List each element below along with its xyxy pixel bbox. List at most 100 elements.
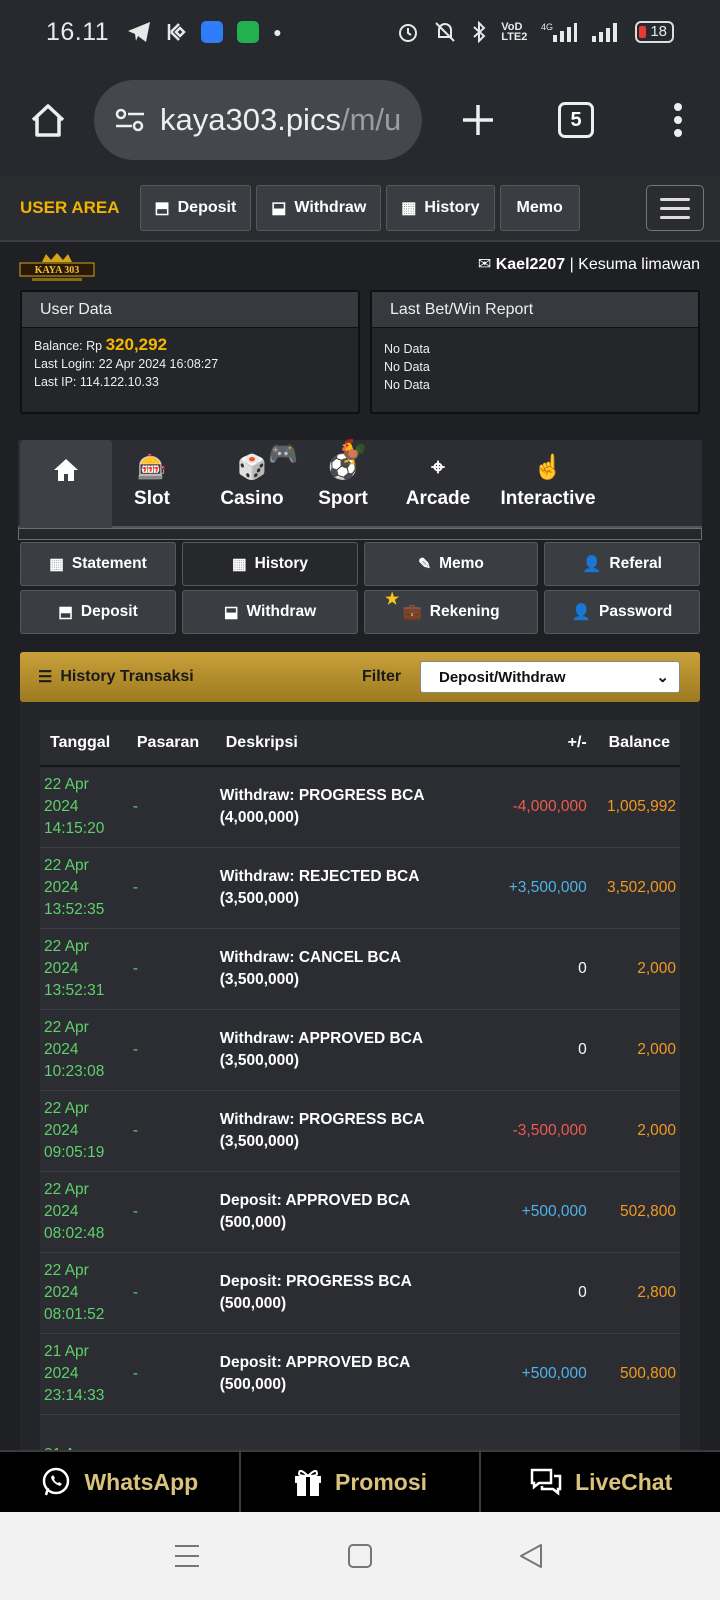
tab-arcade-label: Arcade [405,488,471,509]
balance-value: 320,292 [105,335,168,354]
chat-bubbles-icon [530,1468,562,1496]
tab-home[interactable] [20,440,112,528]
date-year: 2024 [44,878,79,896]
livechat-button[interactable]: LiveChat [481,1452,720,1512]
tab-switcher-button[interactable]: 5 [558,102,594,138]
row-description: Withdraw: CANCEL BCA (3,500,000) [215,928,485,1010]
row-balance: 2,000 [586,1009,680,1091]
deposit-button[interactable]: ⬒ Deposit [139,185,252,231]
row-date: 21 Apr 2024 23:14:33 [40,1333,127,1415]
more-menu-icon[interactable] [672,102,684,138]
statement-label: Statement [71,555,147,572]
user-area-bar: USER AREA ⬒ Deposit ⬓ Withdraw ▦ History… [0,176,720,242]
last-ip: Last IP: 114.122.10.33 [34,375,159,389]
row-date: 22 Apr 2024 10:23:08 [40,1009,127,1091]
date-day: 22 Apr [44,1099,89,1117]
user-identity: ✉ Kael2207 | Kesuma limawan [478,254,700,274]
row-amount [484,1414,587,1450]
date-time: 13:52:31 [44,981,105,999]
row-description: Deposit: PROGRESS BCA (500,000) [215,1252,485,1334]
user-icon: 👤 [582,555,602,573]
battery-level: 18 [650,23,667,40]
tab-interactive[interactable]: ☝ Interactive [488,440,608,528]
whatsapp-button[interactable]: WhatsApp [0,1452,241,1512]
balance-line: Balance: Rp 320,292 [34,336,346,355]
home-square-icon[interactable] [347,1543,373,1569]
tab-casino-label: Casino [220,488,284,509]
row-amount: -3,500,000 [484,1090,587,1172]
row-amount: -4,000,000 [484,766,587,848]
mute-icon [435,22,455,42]
row-description [215,1414,485,1450]
row-pasaran: - [126,847,216,929]
mail-icon[interactable]: ✉ [478,256,491,273]
game-category-tabs: 🎰 Slot 🎲 Casino ⚽ Sport 🎮 🐓 ⌖ Arcade ☝ I… [18,439,702,528]
date-time: 08:01:52 [44,1305,105,1323]
tab-arcade[interactable]: ⌖ Arcade [388,440,488,528]
memo-tab-button[interactable]: ✎ Memo [364,542,538,586]
history-header: ☰ History Transaksi Filter Deposit/Withd… [20,652,700,702]
memo-button[interactable]: Memo [499,185,580,231]
new-tab-icon[interactable] [460,102,496,138]
referal-button[interactable]: 👤 Referal [544,542,700,586]
filter-select[interactable]: Deposit/Withdraw ⌄ [420,661,680,693]
row-description: Withdraw: APPROVED BCA (3,500,000) [215,1009,485,1091]
referal-label: Referal [609,555,662,572]
filter-label: Filter [362,668,402,685]
row-pasaran: - [126,1333,216,1415]
withdraw-tab-label: Withdraw [246,603,317,620]
site-settings-icon[interactable] [114,105,146,135]
row-description: Deposit: APPROVED BCA (500,000) [215,1333,485,1415]
date-day: 22 Apr [44,775,89,793]
table-row: 22 Apr 2024 13:52:31 - Withdraw: CANCEL BCA … [40,928,680,1010]
statement-button[interactable]: ▦ Statement [20,542,176,586]
col-tanggal: Tanggal [40,720,127,767]
row-date: 22 Apr 2024 09:05:19 [40,1090,127,1172]
address-bar[interactable]: kaya303.pics/m/u [94,80,422,160]
hamburger-menu-icon[interactable] [646,185,704,231]
promosi-button[interactable]: Promosi [241,1452,482,1512]
password-button[interactable]: 👤 Password [544,590,700,634]
battery-icon: 18 [635,21,674,43]
bet-report-title: Last Bet/Win Report [372,292,698,328]
row-description: Deposit: APPROVED BCA (500,000) [215,1171,485,1253]
gift-icon [294,1470,321,1496]
rekening-button[interactable]: ★ 💼 Rekening [364,590,538,634]
row-amount: 0 [484,1252,587,1334]
touch-icon: ☝ [533,454,563,481]
row-pasaran: - [126,928,216,1010]
date-day: 22 Apr [44,937,89,955]
date-year: 2024 [44,1040,79,1058]
report-line: No Data [384,342,430,356]
tab-slot[interactable]: 🎰 Slot [116,440,188,528]
deposit-tab-button[interactable]: ⬒ Deposit [20,590,176,634]
date-year: 2024 [44,1202,79,1220]
calendar-icon: ▦ [49,555,64,573]
deposit-tab-label: Deposit [80,603,138,620]
back-triangle-icon[interactable] [518,1543,544,1569]
col-deskripsi: Deskripsi [215,720,485,767]
date-year: 2024 [44,1283,79,1301]
history-button[interactable]: ▦ History [386,185,495,231]
date-time: 10:23:08 [44,1062,105,1080]
recents-menu-icon[interactable] [174,1544,200,1568]
promosi-label: Promosi [334,1468,428,1495]
tab-count: 5 [570,108,582,131]
filter-value: Deposit/Withdraw [439,668,566,686]
date-day: 22 Apr [44,1180,89,1198]
game-content-strip [18,528,702,540]
deposit-icon: ⬒ [58,603,73,621]
history-table-container[interactable]: Tanggal Pasaran Deskripsi +/- Balance 22… [20,702,700,1450]
date-year: 2024 [44,797,79,815]
row-date: 22 Apr 2024 14:15:20 [40,766,127,848]
home-icon[interactable] [28,100,68,140]
kaya303-logo[interactable]: KAYA 303 [18,252,96,284]
whatsapp-label: WhatsApp [84,1468,199,1495]
row-pasaran: - [126,766,216,848]
history-tab-button[interactable]: ▦ History [182,542,358,586]
dice-icon: 🎲 [237,454,267,481]
withdraw-button[interactable]: ⬓ Withdraw [256,185,382,231]
withdraw-tab-button[interactable]: ⬓ Withdraw [182,590,358,634]
row-amount: +500,000 [484,1171,587,1253]
bluetooth-icon [473,21,486,43]
